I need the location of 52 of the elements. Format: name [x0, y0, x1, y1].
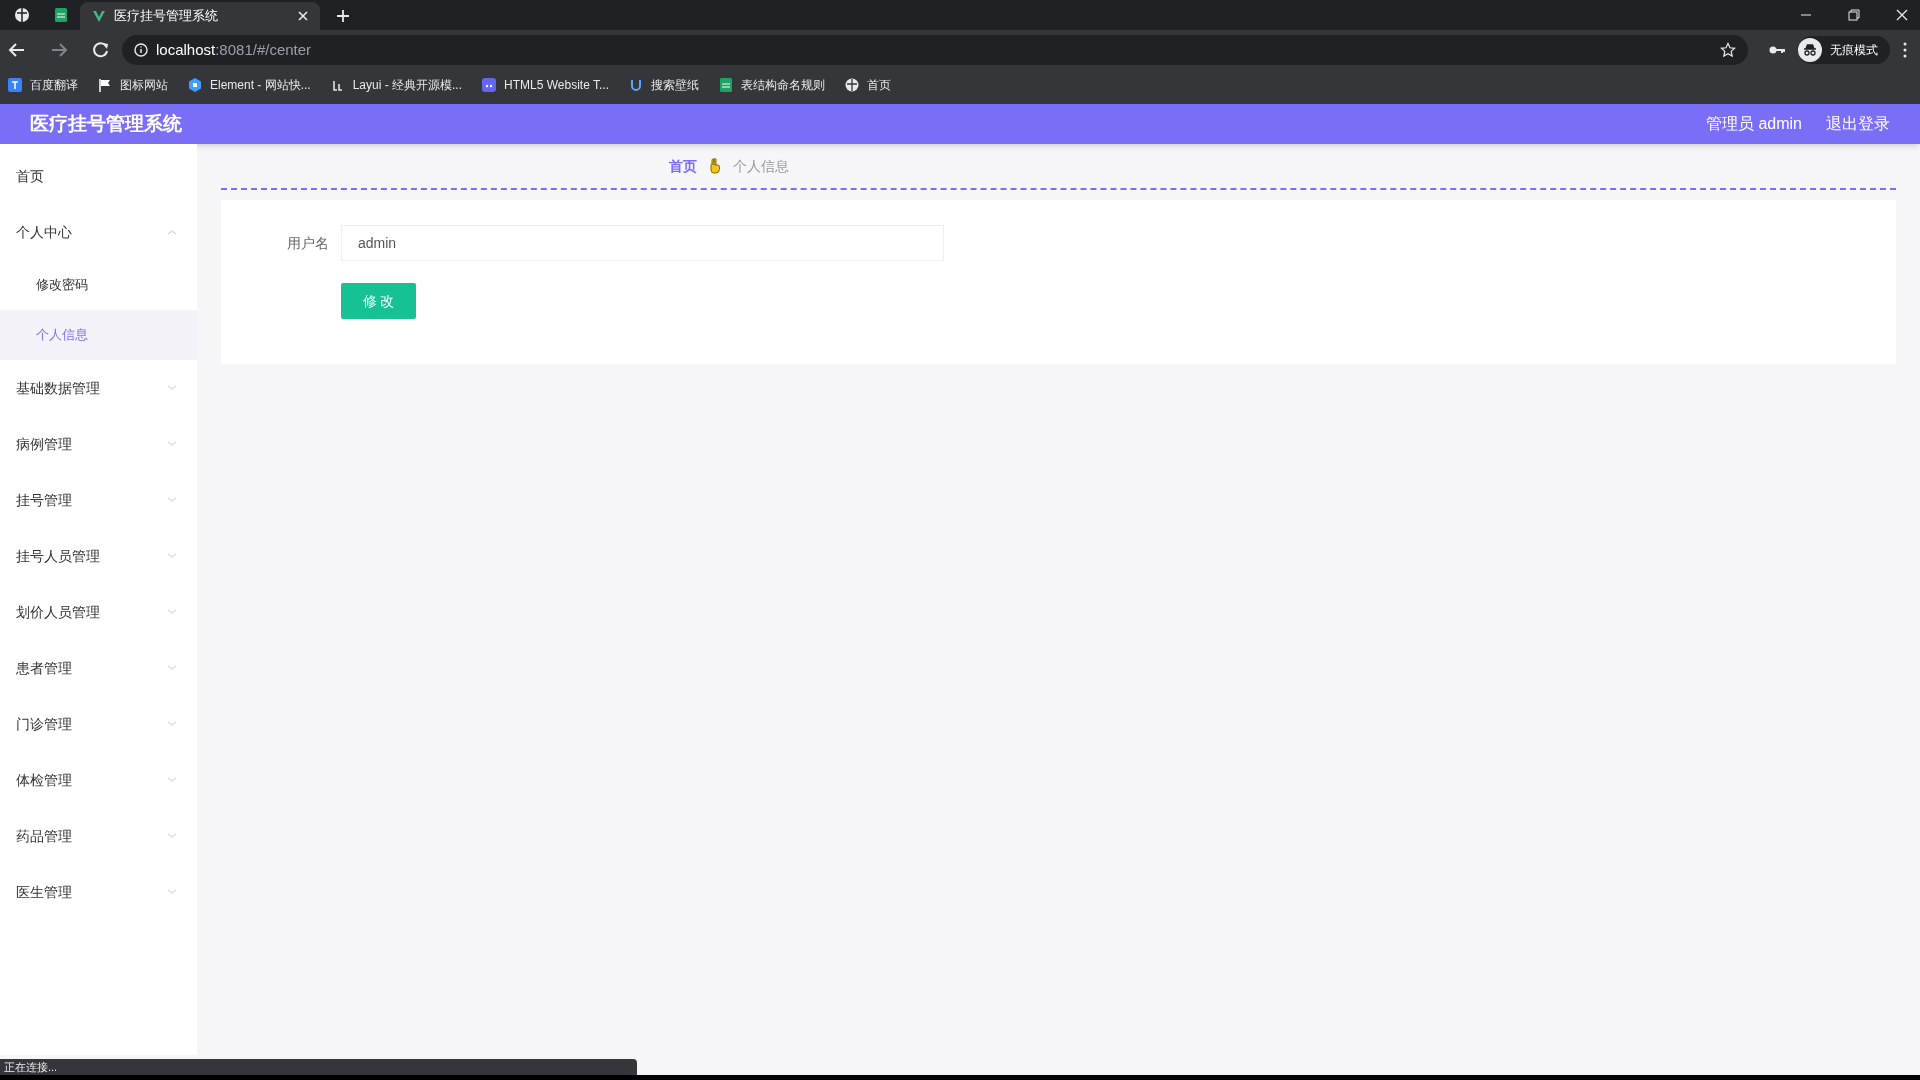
- flag-icon: [98, 78, 112, 92]
- sheet-icon: [719, 78, 733, 92]
- bookmark[interactable]: Layui - 经典开源模...: [330, 76, 463, 94]
- breadcrumb-item[interactable]: 首页: [668, 155, 697, 177]
- globe-icon: [845, 78, 859, 92]
- sidebar-subitem[interactable]: 个人信息: [0, 310, 197, 360]
- sidebar-subitem[interactable]: 修改密码: [0, 260, 197, 310]
- reload-icon[interactable]: [92, 41, 110, 59]
- bookmark[interactable]: Element - 网站快...: [188, 76, 311, 94]
- sidebar-item[interactable]: 体检管理: [0, 752, 197, 808]
- sidebar-item[interactable]: 医生管理: [0, 864, 197, 920]
- bookmark[interactable]: 表结构命名规则: [719, 76, 825, 94]
- field-label: 用户名: [286, 233, 329, 253]
- more-icon[interactable]: [1902, 42, 1908, 58]
- user-label: 管理员 admin: [1705, 114, 1802, 134]
- close-icon[interactable]: [298, 11, 308, 21]
- url-text: localhost:8081/#/center: [156, 39, 312, 60]
- sidebar-item[interactable]: 挂号人员管理: [0, 528, 197, 584]
- sidebar-item[interactable]: 门诊管理: [0, 696, 197, 752]
- info-icon: [134, 43, 148, 57]
- incognito-icon: [1798, 38, 1822, 62]
- sidebar-item[interactable]: 药品管理: [0, 808, 197, 864]
- bookmark[interactable]: 百度翻译: [8, 76, 78, 94]
- breadcrumb-item: 个人信息: [732, 156, 789, 176]
- back-icon[interactable]: [8, 41, 26, 59]
- incognito-profile-button[interactable]: 无痕模式: [1798, 36, 1890, 64]
- logout-link[interactable]: 退出登录: [1826, 112, 1890, 136]
- bookmark[interactable]: 图标网站: [98, 76, 168, 94]
- address-bar[interactable]: localhost:8081/#/center: [122, 35, 1748, 65]
- sidebar-item[interactable]: 首页: [0, 148, 197, 204]
- close-icon[interactable]: [1896, 9, 1908, 21]
- translate-icon: [8, 78, 22, 92]
- hand-icon: [708, 158, 721, 174]
- forward-icon[interactable]: [50, 41, 68, 59]
- bookmark[interactable]: HTML5 Website T...: [482, 76, 609, 94]
- star-icon[interactable]: [1720, 42, 1736, 58]
- restore-icon[interactable]: [1848, 9, 1860, 21]
- sidebar-item[interactable]: 患者管理: [0, 640, 197, 696]
- sidebar-item[interactable]: 挂号管理: [0, 472, 197, 528]
- sidebar-item[interactable]: 病例管理: [0, 416, 197, 472]
- status-bar: 正在连接...: [0, 1059, 637, 1075]
- sidebar-item[interactable]: 基础数据管理: [0, 360, 197, 416]
- username-field[interactable]: admin: [341, 225, 944, 261]
- u-shape-icon: [629, 78, 643, 92]
- v-logo-icon: [92, 9, 106, 23]
- browser-tab[interactable]: 医疗挂号管理系统: [80, 2, 320, 30]
- bookmark[interactable]: 首页: [845, 76, 891, 94]
- bookmark[interactable]: 搜索壁纸: [629, 76, 699, 94]
- app-title: 医疗挂号管理系统: [30, 111, 182, 136]
- sidebar-item[interactable]: 个人中心: [0, 204, 197, 260]
- hexagon-icon: [188, 78, 202, 92]
- sidebar-item[interactable]: 划价人员管理: [0, 584, 197, 640]
